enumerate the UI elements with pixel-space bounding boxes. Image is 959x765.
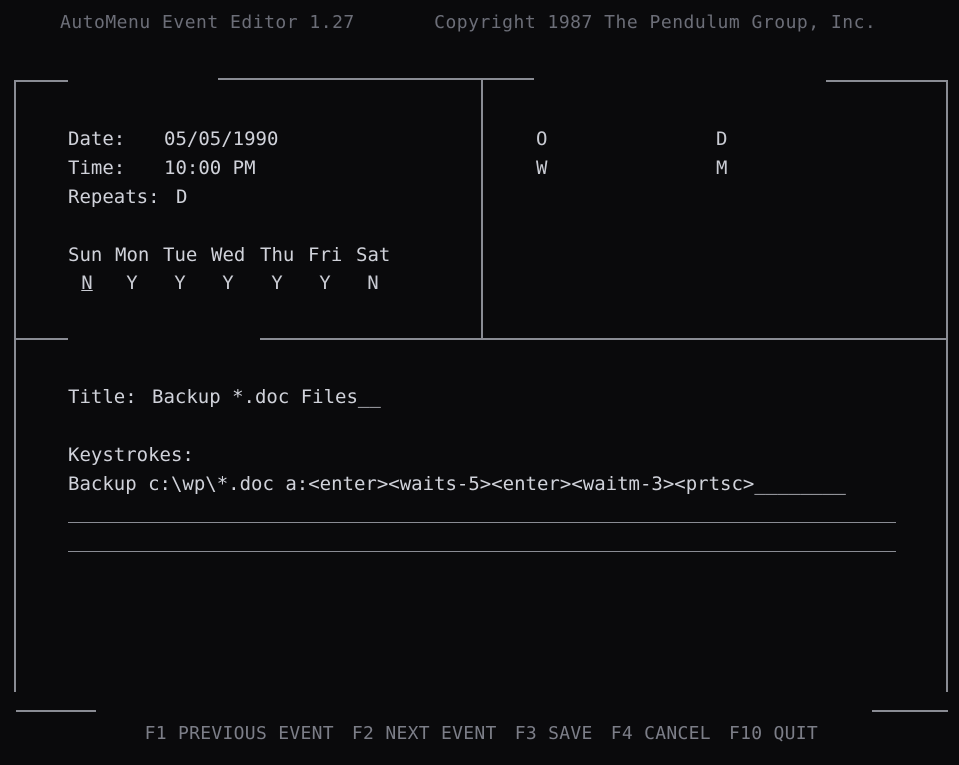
function-key-bar: F1 PREVIOUS EVENT F2 NEXT EVENT F3 SAVE F4 … xyxy=(100,702,836,765)
day-flag-sat[interactable]: N xyxy=(353,272,393,294)
day-flag-sun[interactable]: N xyxy=(67,272,107,294)
day-header-sun: Sun xyxy=(68,244,103,266)
day-header-sat: Sat xyxy=(356,244,391,266)
flag-once[interactable]: O xyxy=(536,128,547,150)
frame-top-right xyxy=(826,80,948,82)
frame-left xyxy=(14,80,16,692)
flag-daily[interactable]: D xyxy=(716,128,727,150)
frame-top-mid xyxy=(218,78,534,80)
copyright-text: Copyright 1987 The Pendulum Group, Inc. xyxy=(434,12,877,33)
day-header-thu: Thu xyxy=(260,244,295,266)
f4-cancel-button[interactable]: F4 CANCEL xyxy=(611,723,711,744)
time-field[interactable]: 10:00 PM xyxy=(164,157,256,179)
day-flag-tue[interactable]: Y xyxy=(160,272,200,294)
keystrokes-field[interactable]: Backup c:\wp\*.doc a:<enter><waits-5><en… xyxy=(68,473,846,495)
repeats-field[interactable]: D xyxy=(176,186,187,208)
keystrokes-label: Keystrokes: xyxy=(68,444,194,466)
time-label: Time: xyxy=(68,157,126,179)
day-flag-fri[interactable]: Y xyxy=(305,272,345,294)
title-label: Title: xyxy=(68,386,137,408)
day-header-fri: Fri xyxy=(308,244,343,266)
flag-monthly[interactable]: M xyxy=(716,157,727,179)
header-bar: AutoMenu Event Editor 1.27 Copyright 198… xyxy=(60,12,876,33)
frame-bottom-left xyxy=(16,710,96,712)
f3-save-button[interactable]: F3 SAVE xyxy=(515,723,593,744)
f10-quit-button[interactable]: F10 QUIT xyxy=(729,723,818,744)
f2-next-event-button[interactable]: F2 NEXT EVENT xyxy=(352,723,497,744)
app-title: AutoMenu Event Editor 1.27 xyxy=(60,12,355,33)
frame-divider-left xyxy=(16,338,68,340)
dos-screen: AutoMenu Event Editor 1.27 Copyright 198… xyxy=(0,0,959,744)
f1-previous-event-button[interactable]: F1 PREVIOUS EVENT xyxy=(145,723,334,744)
keystrokes-line-2[interactable] xyxy=(68,522,896,523)
frame-top-left xyxy=(16,80,68,82)
frame-bottom-right xyxy=(872,710,948,712)
day-flag-mon[interactable]: Y xyxy=(112,272,152,294)
day-flag-thu[interactable]: Y xyxy=(257,272,297,294)
date-label: Date: xyxy=(68,128,126,150)
frame-right xyxy=(946,80,948,692)
day-flag-wed[interactable]: Y xyxy=(208,272,248,294)
date-field[interactable]: 05/05/1990 xyxy=(164,128,278,150)
frame-divider-right xyxy=(260,338,948,340)
day-header-wed: Wed xyxy=(211,244,246,266)
keystrokes-line-3[interactable] xyxy=(68,551,896,552)
day-header-mon: Mon xyxy=(115,244,150,266)
day-header-tue: Tue xyxy=(163,244,198,266)
repeats-label: Repeats: xyxy=(68,186,160,208)
flag-weekly[interactable]: W xyxy=(536,157,547,179)
title-field[interactable]: Backup *.doc Files__ xyxy=(152,386,381,408)
frame-divider-vertical xyxy=(481,80,483,338)
